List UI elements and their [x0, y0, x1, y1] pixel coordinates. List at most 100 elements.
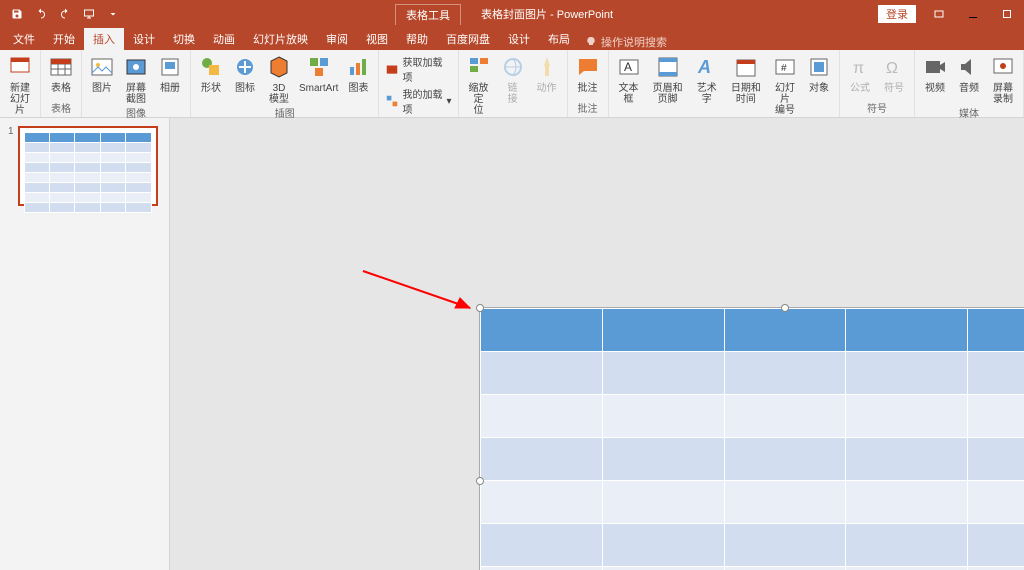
group-symbols-label: 符号	[867, 100, 887, 117]
new-slide-button[interactable]: 新建 幻灯片	[6, 54, 34, 116]
save-button[interactable]	[6, 3, 28, 25]
tab-slideshow[interactable]: 幻灯片放映	[244, 28, 317, 50]
ribbon-display-button[interactable]	[922, 0, 956, 28]
table-row[interactable]	[481, 438, 1024, 481]
undo-icon	[35, 8, 47, 20]
symbol-icon: Ω	[881, 54, 907, 80]
undo-button[interactable]	[30, 3, 52, 25]
comment-button[interactable]: 批注	[574, 54, 602, 94]
video-button[interactable]: 视频	[921, 54, 949, 94]
tab-review[interactable]: 审阅	[317, 28, 357, 50]
window-controls: 登录	[878, 0, 1024, 28]
qat-dropdown[interactable]	[102, 3, 124, 25]
redo-button[interactable]	[54, 3, 76, 25]
slide-canvas[interactable]	[170, 118, 1024, 570]
chart-button[interactable]: 图表	[344, 54, 372, 94]
group-links: 缩放定 位 链 接 动作 链接	[459, 50, 568, 117]
textbox-button[interactable]: A文本框	[615, 54, 643, 105]
datetime-button[interactable]: 日期和时间	[727, 54, 765, 105]
tab-transition[interactable]: 切换	[164, 28, 204, 50]
object-button[interactable]: 对象	[805, 54, 833, 94]
tab-view[interactable]: 视图	[357, 28, 397, 50]
group-text: A文本框 页眉和页脚 A艺术字 日期和时间 #幻灯片 编号 对象 文本	[609, 50, 840, 117]
login-button[interactable]: 登录	[878, 5, 916, 23]
comment-icon	[575, 54, 601, 80]
new-slide-icon	[7, 54, 33, 80]
document-title: 表格封面图片 - PowerPoint	[481, 6, 613, 22]
zoom-button[interactable]: 缩放定 位	[465, 54, 493, 116]
pictures-button[interactable]: 图片	[88, 54, 116, 94]
title-center: 表格工具 表格封面图片 - PowerPoint	[130, 4, 878, 25]
table-row[interactable]	[481, 352, 1024, 395]
svg-text:A: A	[624, 60, 632, 74]
tab-home[interactable]: 开始	[44, 28, 84, 50]
tell-me-search[interactable]: 操作说明搜索	[585, 34, 667, 50]
zoom-icon	[466, 54, 492, 80]
tab-insert[interactable]: 插入	[84, 28, 124, 50]
ribbon-options-icon	[933, 8, 945, 20]
slide-table[interactable]	[480, 308, 1024, 570]
slide-thumbnail-pane[interactable]: 1	[0, 118, 170, 570]
shapes-icon	[198, 54, 224, 80]
quick-access-toolbar	[0, 3, 130, 25]
equation-button[interactable]: π公式	[846, 54, 874, 94]
slidenum-button[interactable]: #幻灯片 编号	[771, 54, 799, 116]
object-icon	[806, 54, 832, 80]
tab-table-design[interactable]: 设计	[499, 28, 539, 50]
table-row[interactable]	[481, 524, 1024, 567]
minimize-button[interactable]	[956, 0, 990, 28]
tab-layout[interactable]: 布局	[539, 28, 579, 50]
tab-baidu[interactable]: 百度网盘	[437, 28, 499, 50]
symbol-button[interactable]: Ω符号	[880, 54, 908, 94]
get-addins-button[interactable]: 获取加载项	[385, 54, 451, 84]
resize-handle-tm[interactable]	[781, 304, 789, 312]
smartart-button[interactable]: SmartArt	[299, 54, 338, 94]
slideshow-qat-button[interactable]	[78, 3, 100, 25]
wordart-button[interactable]: A艺术字	[693, 54, 721, 105]
action-button[interactable]: 动作	[533, 54, 561, 94]
tab-animation[interactable]: 动画	[204, 28, 244, 50]
3d-models-button[interactable]: 3D 模型	[265, 54, 293, 105]
pictures-icon	[89, 54, 115, 80]
audio-button[interactable]: 音频	[955, 54, 983, 94]
wordart-icon: A	[694, 54, 720, 80]
icons-button[interactable]: 图标	[231, 54, 259, 94]
save-icon	[11, 8, 23, 20]
group-comments-label: 批注	[578, 100, 598, 117]
album-button[interactable]: 相册	[156, 54, 184, 94]
screenshot-button[interactable]: 屏幕截图	[122, 54, 150, 105]
group-media: 视频 音频 屏幕 录制 媒体	[915, 50, 1024, 117]
group-slides: 新建 幻灯片 幻灯片	[0, 50, 41, 117]
table-row[interactable]	[481, 567, 1024, 570]
link-button[interactable]: 链 接	[499, 54, 527, 105]
tab-help[interactable]: 帮助	[397, 28, 437, 50]
textbox-icon: A	[616, 54, 642, 80]
selected-table[interactable]	[480, 308, 1024, 570]
maximize-button[interactable]	[990, 0, 1024, 28]
shapes-button[interactable]: 形状	[197, 54, 225, 94]
screen-recording-button[interactable]: 屏幕 录制	[989, 54, 1017, 105]
svg-text:A: A	[697, 57, 711, 77]
group-symbols: π公式 Ω符号 符号	[840, 50, 915, 117]
audio-icon	[956, 54, 982, 80]
group-tables: 表格 表格	[41, 50, 82, 117]
screenshot-icon	[123, 54, 149, 80]
tab-design[interactable]: 设计	[124, 28, 164, 50]
screen-rec-icon	[990, 54, 1016, 80]
chart-icon	[345, 54, 371, 80]
table-button[interactable]: 表格	[47, 54, 75, 94]
tab-file[interactable]: 文件	[4, 28, 44, 50]
resize-handle-tl[interactable]	[476, 304, 484, 312]
datetime-icon	[733, 54, 759, 80]
resize-handle-ml[interactable]	[476, 477, 484, 485]
svg-text:Ω: Ω	[886, 60, 898, 77]
my-addins-button[interactable]: 我的加载项 ▾	[385, 86, 451, 116]
group-tables-label: 表格	[51, 100, 71, 117]
table-row[interactable]	[481, 481, 1024, 524]
group-addins: 获取加载项 我的加载项 ▾ 加载项	[379, 50, 458, 117]
tell-me-label: 操作说明搜索	[601, 34, 667, 50]
table-row[interactable]	[481, 395, 1024, 438]
slide-thumbnail-1[interactable]	[18, 126, 158, 206]
header-footer-button[interactable]: 页眉和页脚	[649, 54, 687, 105]
table-row[interactable]	[481, 309, 1024, 352]
